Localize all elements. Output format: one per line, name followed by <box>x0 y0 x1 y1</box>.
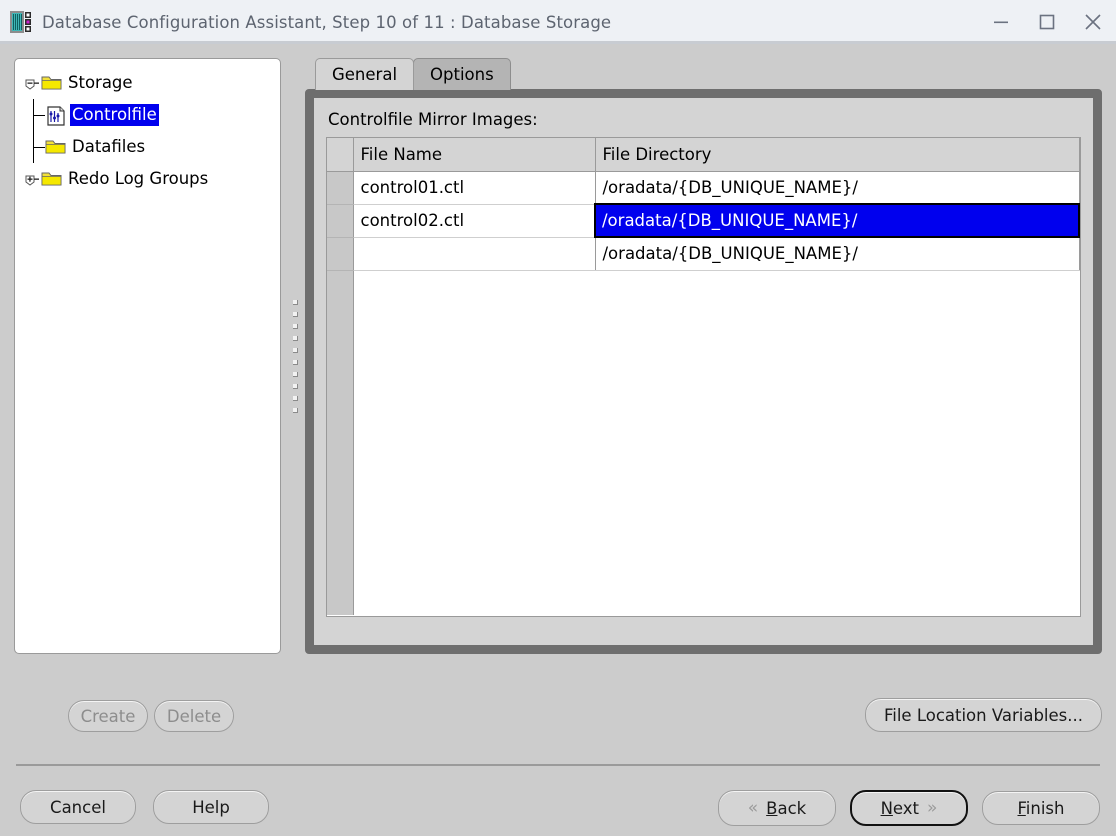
tree-actions: Create Delete <box>68 700 234 732</box>
back-button-label: Back <box>766 798 807 818</box>
tree-item-controlfile[interactable]: Controlfile <box>23 99 274 131</box>
file-location-variables-wrap: File Location Variables... <box>864 698 1102 732</box>
controlfile-mirror-table[interactable]: File Name File Directory control01.ctl /… <box>326 137 1081 617</box>
folder-icon <box>41 74 63 92</box>
footer-navigation: « Back Next » Finish <box>718 790 1100 826</box>
window-controls <box>978 0 1116 44</box>
database-icon <box>10 10 32 34</box>
tree-label-datafiles: Datafiles <box>72 137 146 156</box>
cell-file-name[interactable] <box>353 237 596 271</box>
folder-icon <box>41 170 63 188</box>
section-label: Controlfile Mirror Images: <box>328 110 538 129</box>
split-pane: Storage Controlfile Datafiles Redo Log G… <box>14 58 1102 654</box>
create-button[interactable]: Create <box>68 700 148 732</box>
tree-label-redo-log-groups: Redo Log Groups <box>68 169 209 188</box>
finish-button-label: Finish <box>1017 798 1065 818</box>
window-title: Database Configuration Assistant, Step 1… <box>42 12 612 32</box>
table-row[interactable]: control02.ctl /oradata/{DB_UNIQUE_NAME}/ <box>327 203 1080 238</box>
grip-dot <box>292 335 298 341</box>
grip-dot <box>292 311 298 317</box>
table-row[interactable]: control01.ctl /oradata/{DB_UNIQUE_NAME}/ <box>327 171 1080 205</box>
split-divider[interactable] <box>284 58 306 654</box>
expand-handle-icon[interactable] <box>23 170 41 188</box>
delete-button-label: Delete <box>166 706 222 726</box>
dialog-content: Storage Controlfile Datafiles Redo Log G… <box>0 44 1116 826</box>
file-location-variables-button[interactable]: File Location Variables... <box>864 698 1102 732</box>
chevron-right-icon: » <box>927 797 938 818</box>
tree-item-redo-log-groups[interactable]: Redo Log Groups <box>23 163 274 195</box>
cell-file-directory[interactable]: /oradata/{DB_UNIQUE_NAME}/ <box>595 237 1080 271</box>
row-selector[interactable] <box>327 171 354 205</box>
tree-item-datafiles[interactable]: Datafiles <box>23 131 274 163</box>
empty-area-cell <box>595 270 1079 615</box>
collapse-handle-icon[interactable] <box>23 74 41 92</box>
close-icon[interactable] <box>1070 0 1116 44</box>
window-titlebar: Database Configuration Assistant, Step 1… <box>0 0 1116 44</box>
storage-tree-panel: Storage Controlfile Datafiles Redo Log G… <box>14 58 281 654</box>
empty-area-cell <box>353 270 595 615</box>
grip-dot <box>292 347 298 353</box>
grip-dot <box>292 371 298 377</box>
create-button-label: Create <box>80 706 136 726</box>
next-button[interactable]: Next » <box>850 790 968 826</box>
tree-item-storage[interactable]: Storage <box>23 67 274 99</box>
grip-dot <box>292 395 298 401</box>
table-header-row: File Name File Directory <box>327 138 1080 172</box>
tab-strip: General Options <box>315 58 511 90</box>
help-button[interactable]: Help <box>153 790 269 824</box>
controlfile-icon <box>45 106 67 126</box>
cell-file-directory-selected[interactable]: /oradata/{DB_UNIQUE_NAME}/ <box>594 203 1080 238</box>
footer-left-actions: Cancel Help <box>20 790 269 824</box>
column-header-file-name[interactable]: File Name <box>353 138 596 172</box>
table-empty-area <box>327 270 1079 615</box>
tree-line-horizontal <box>33 147 45 148</box>
grip-dot <box>292 299 298 305</box>
tree-line-horizontal <box>33 115 45 116</box>
table-row[interactable]: /oradata/{DB_UNIQUE_NAME}/ <box>327 237 1080 271</box>
split-divider-grip[interactable] <box>292 299 298 413</box>
footer-separator <box>16 764 1100 766</box>
cell-file-name[interactable]: control01.ctl <box>353 171 596 205</box>
column-header-file-directory[interactable]: File Directory <box>595 138 1080 172</box>
tree-label-storage: Storage <box>68 73 133 92</box>
grip-dot <box>292 323 298 329</box>
help-button-label: Help <box>192 797 230 817</box>
cancel-button-label: Cancel <box>50 797 106 817</box>
row-selector[interactable] <box>327 237 354 271</box>
maximize-icon[interactable] <box>1024 0 1070 44</box>
cell-file-directory[interactable]: /oradata/{DB_UNIQUE_NAME}/ <box>595 171 1080 205</box>
minimize-icon[interactable] <box>978 0 1024 44</box>
tree-indent <box>23 131 45 163</box>
storage-tree: Storage Controlfile Datafiles Redo Log G… <box>15 59 280 201</box>
chevron-left-icon: « <box>747 797 759 818</box>
tab-general-label: General <box>332 65 398 84</box>
next-button-label: Next <box>880 798 920 818</box>
cancel-button[interactable]: Cancel <box>20 790 136 824</box>
tree-indent <box>23 99 45 131</box>
file-location-variables-label: File Location Variables... <box>883 705 1083 725</box>
delete-button[interactable]: Delete <box>154 700 234 732</box>
row-selector-empty <box>327 270 354 615</box>
folder-icon <box>45 138 67 156</box>
tree-label-controlfile: Controlfile <box>70 104 159 126</box>
controlfile-panel: General Options Controlfile Mirror Image… <box>305 58 1102 654</box>
tab-panel-general: Controlfile Mirror Images: File Name Fil… <box>305 89 1102 654</box>
tab-options-label: Options <box>430 65 494 84</box>
grip-dot <box>292 359 298 365</box>
tab-options[interactable]: Options <box>413 58 511 90</box>
back-button[interactable]: « Back <box>718 790 836 826</box>
tab-general[interactable]: General <box>315 58 415 90</box>
finish-button[interactable]: Finish <box>982 791 1100 825</box>
grip-dot <box>292 407 298 413</box>
cell-file-name[interactable]: control02.ctl <box>353 204 596 238</box>
row-selector[interactable] <box>327 204 354 238</box>
wizard-footer: Cancel Help « Back Next » Finish <box>0 780 1116 836</box>
row-header-gutter <box>327 138 354 172</box>
grip-dot <box>292 383 298 389</box>
